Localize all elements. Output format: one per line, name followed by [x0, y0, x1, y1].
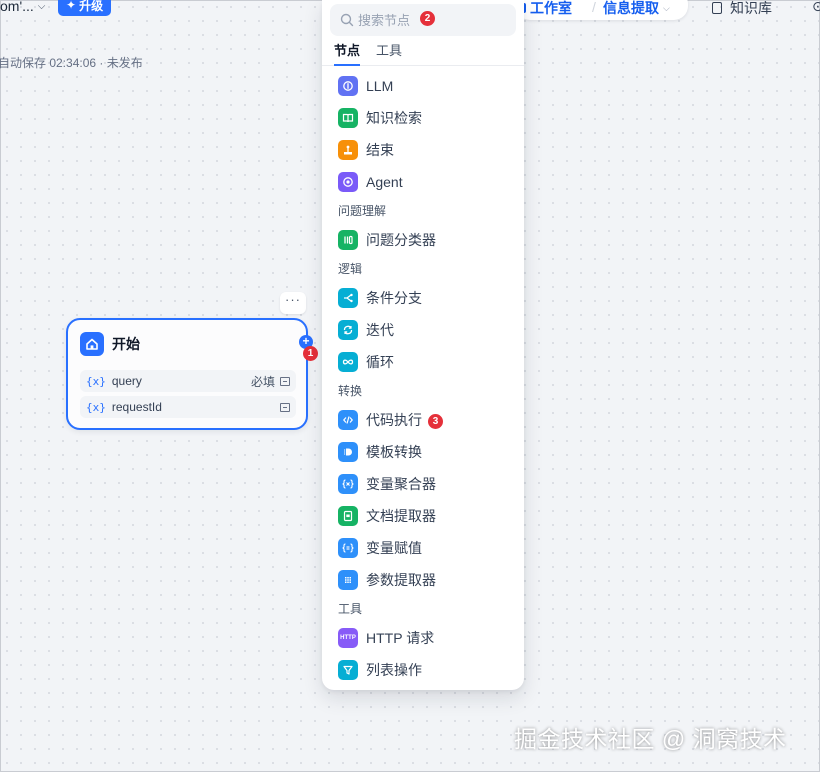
variable-icon: {x}	[86, 400, 106, 414]
annotation-badge-3: 3	[428, 413, 443, 429]
required-label: 必填	[250, 374, 275, 389]
node-item-parameter-extractor[interactable]: 参数提取器	[338, 568, 436, 592]
agent-icon	[338, 172, 358, 192]
grid-icon	[338, 570, 358, 590]
filter-icon	[338, 660, 358, 680]
section-understanding: 问题理解	[338, 204, 387, 218]
node-item-label: Agent	[366, 174, 403, 190]
node-item-variable-assigner[interactable]: 变量赋值	[338, 536, 422, 560]
node-item-list-operator[interactable]: 列表操作	[338, 658, 422, 682]
node-item-llm[interactable]: LLM	[338, 74, 393, 98]
node-item-label: 文档提取器	[366, 508, 436, 524]
watermark-text: 掘金技术社区 @ 洞窝技术	[514, 726, 787, 752]
annotation-badge-1: 1	[303, 346, 318, 361]
node-item-label: 循环	[366, 354, 394, 370]
node-item-template[interactable]: 模板转换	[338, 440, 422, 464]
llm-icon	[338, 76, 358, 96]
node-item-variable-aggregator[interactable]: 变量聚合器	[338, 472, 436, 496]
node-item-iteration[interactable]: 迭代	[338, 318, 394, 342]
search-icon	[340, 13, 354, 27]
node-item-label: 结束	[366, 142, 394, 158]
node-item-label: HTTP 请求	[366, 630, 435, 646]
nav-knowledge-label: 知识库	[730, 0, 772, 16]
section-logic: 逻辑	[338, 262, 363, 276]
app-selector[interactable]: om'... ⌵	[0, 0, 45, 14]
chevron-down-icon: ⌵	[37, 0, 46, 12]
node-item-label: 参数提取器	[366, 572, 436, 588]
tab-nodes[interactable]: 节点	[334, 40, 361, 66]
nav-knowledge[interactable]: 知识库	[712, 0, 772, 18]
node-item-label: 知识检索	[366, 110, 422, 126]
text-type-icon	[280, 402, 290, 412]
node-item-label: 列表操作	[366, 662, 422, 678]
nav-app-selector[interactable]: 信息提取 ⌵	[603, 0, 670, 18]
node-item-agent[interactable]: Agent	[338, 170, 403, 194]
code-icon	[338, 410, 358, 430]
section-tools: 工具	[338, 602, 363, 616]
book-icon	[712, 2, 722, 14]
node-item-label: 模板转换	[366, 444, 422, 460]
chevron-down-icon: ⌵	[663, 2, 670, 13]
template-icon	[338, 442, 358, 462]
text-type-icon	[280, 376, 290, 386]
search-input[interactable]	[358, 12, 458, 28]
panel-tabs: 节点 工具	[322, 40, 524, 66]
node-item-question-classifier[interactable]: 问题分类器	[338, 228, 436, 252]
loop-icon	[338, 352, 358, 372]
node-item-label: 变量聚合器	[366, 476, 436, 492]
node-item-label: 迭代	[366, 322, 394, 338]
node-item-if-else[interactable]: 条件分支	[338, 286, 422, 310]
classifier-icon	[338, 230, 358, 250]
nav-more-icon[interactable]: ⊙	[812, 0, 820, 15]
node-title: 开始	[112, 336, 140, 352]
start-node[interactable]: 开始 {x} query 必填 {x} requestId	[66, 318, 308, 430]
save-status: 自动保存 02:34:06 · 未发布	[0, 56, 143, 70]
node-item-knowledge-retrieval[interactable]: 知识检索	[338, 106, 422, 130]
annotation-badge-2: 2	[420, 11, 435, 26]
node-item-doc-extractor[interactable]: 文档提取器	[338, 504, 436, 528]
assign-icon	[338, 538, 358, 558]
nav-studio-label: 工作室	[530, 0, 572, 16]
upgrade-label: 升级	[79, 0, 104, 13]
flag-end-icon	[338, 140, 358, 160]
variable-braces-icon	[338, 474, 358, 494]
node-item-end[interactable]: 结束	[338, 138, 394, 162]
node-item-code[interactable]: 代码执行 3	[338, 408, 445, 432]
variable-name: query	[111, 374, 142, 388]
variable-icon: {x}	[86, 374, 106, 388]
book-open-icon	[338, 108, 358, 128]
branch-icon	[338, 288, 358, 308]
variable-name: requestId	[111, 400, 162, 414]
nav-studio[interactable]: 工作室	[518, 0, 572, 18]
node-more-button[interactable]: ···	[280, 292, 306, 314]
node-selector-panel: 2 节点 工具 LLM 知识检索 结束 Agent 问题理解 问题分类器 逻辑	[322, 0, 524, 690]
nav-app-label: 信息提取	[603, 0, 659, 16]
iteration-icon	[338, 320, 358, 340]
node-item-label: 条件分支	[366, 290, 422, 306]
node-item-loop[interactable]: 循环	[338, 350, 394, 374]
node-item-label: 问题分类器	[366, 232, 436, 248]
nav-separator: /	[592, 0, 596, 15]
upgrade-button[interactable]: ✦ 升级	[58, 0, 112, 16]
tab-tools[interactable]: 工具	[376, 40, 402, 66]
document-icon	[338, 506, 358, 526]
variable-row[interactable]: {x} requestId	[80, 396, 296, 418]
node-item-label: 代码执行	[366, 412, 422, 428]
sparkle-icon: ✦	[66, 0, 77, 12]
node-header: 开始	[80, 332, 140, 356]
node-item-label: 变量赋值	[366, 540, 422, 556]
section-transform: 转换	[338, 384, 363, 398]
node-item-label: LLM	[366, 78, 394, 94]
http-icon: HTTP	[338, 628, 358, 648]
app-name-label: om'...	[0, 0, 34, 14]
home-icon	[80, 332, 104, 356]
node-item-http-request[interactable]: HTTP HTTP 请求	[338, 626, 434, 650]
variable-row[interactable]: {x} query 必填	[80, 370, 296, 392]
